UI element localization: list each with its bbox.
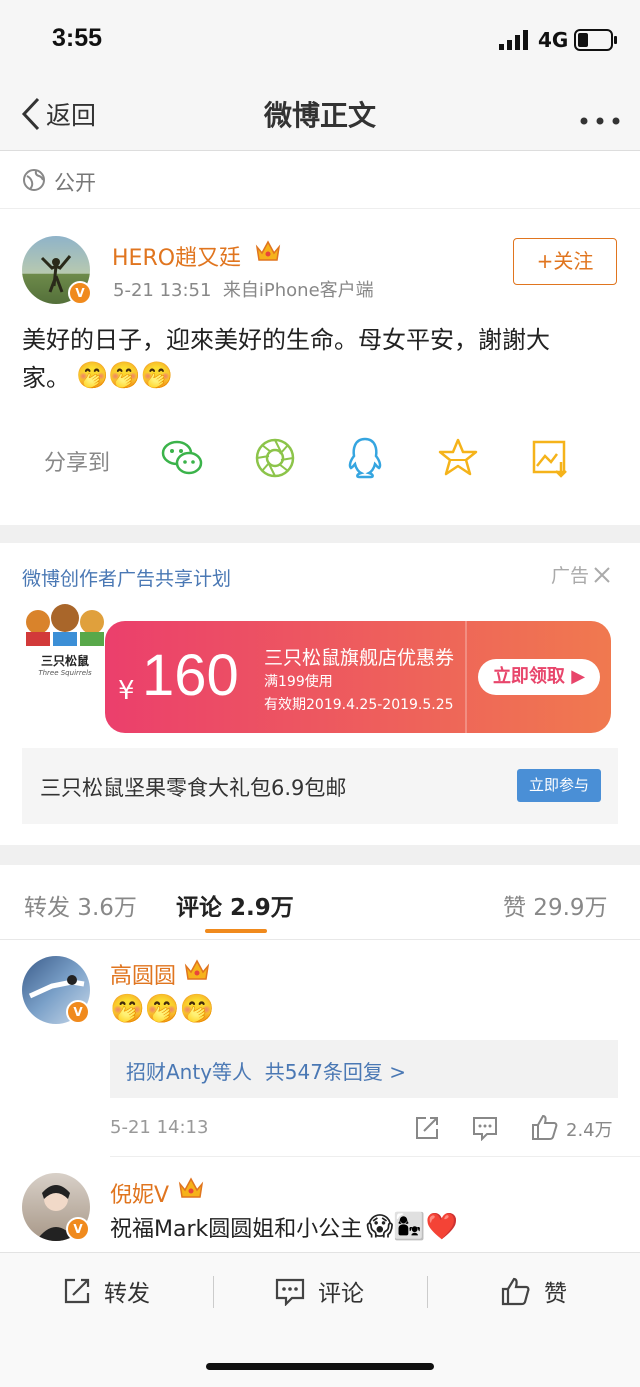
repost-icon <box>64 1278 90 1304</box>
status-time: 3:55 <box>52 24 103 52</box>
thumbs-up-icon[interactable] <box>530 1113 558 1141</box>
network-type: 4G <box>538 28 569 52</box>
qq-icon[interactable] <box>345 436 385 480</box>
comment-text-2: 祝福Mark圆圆姐和小公主 <box>110 1217 363 1242</box>
post-text-line2: 家。 <box>22 364 70 392</box>
section-gap-2 <box>0 845 640 865</box>
thumbs-up-icon <box>501 1277 530 1306</box>
nav-bar: 返回 微博正文 <box>0 78 640 151</box>
bottom-separator <box>213 1276 214 1308</box>
verified-badge: V <box>68 281 92 305</box>
star-favorite-icon[interactable] <box>438 436 478 480</box>
home-indicator[interactable] <box>206 1363 434 1370</box>
battery-icon <box>574 29 617 51</box>
post-text-line1: 美好的日子，迎來美好的生命。母女平安，謝謝大 <box>22 326 550 354</box>
coupon-title: 三只松鼠旗舰店优惠券 <box>264 647 455 669</box>
bottom-separator <box>427 1276 428 1308</box>
bottom-repost-label: 转发 <box>104 1281 150 1307</box>
visibility-row: 公开 <box>0 151 640 209</box>
squirrel-mascots <box>26 604 104 646</box>
verified-badge: V <box>66 1217 90 1241</box>
crown-icon <box>184 959 210 980</box>
tabs-divider <box>0 939 640 940</box>
comment-divider <box>110 1156 640 1157</box>
wechat-icon[interactable] <box>160 436 204 480</box>
post-emoji: 🤭🤭🤭 <box>76 360 174 391</box>
claim-button[interactable]: 立即领取 ▶ <box>478 659 600 695</box>
coupon-validity: 有效期2019.4.25-2019.5.25 <box>264 697 454 713</box>
join-button[interactable]: 立即参与 <box>517 769 601 802</box>
reply-summary: 招财Anty等人 共547条回复 > <box>126 1060 407 1084</box>
crown-icon <box>178 1177 204 1198</box>
tab-comment[interactable]: 评论 2.9万 <box>176 888 294 922</box>
promo-text: 三只松鼠坚果零食大礼包6.9包邮 <box>40 776 347 800</box>
share-label: 分享到 <box>44 451 111 476</box>
ad-plan-link[interactable]: 微博创作者广告共享计划 <box>22 564 231 591</box>
comment-likes: 2.4万 <box>566 1120 613 1141</box>
brand-name: 三只松鼠 <box>40 654 89 668</box>
commenter-name-2[interactable]: 倪妮V <box>110 1177 169 1209</box>
moments-icon[interactable] <box>253 436 297 480</box>
post-meta: 5-21 13:51 来自iPhone客户端 <box>113 280 374 301</box>
bottom-like-button[interactable]: 赞 <box>500 1274 567 1308</box>
more-button[interactable] <box>580 110 620 129</box>
coupon-divider <box>465 621 467 733</box>
comment-icon <box>275 1278 305 1306</box>
active-tab-indicator <box>205 929 267 933</box>
claim-label: 立即领取 <box>492 666 565 687</box>
commenter-name[interactable]: 高圆圆 <box>110 958 176 990</box>
tab-like[interactable]: 赞 29.9万 <box>503 888 608 922</box>
coupon-amount: 160 <box>142 643 239 708</box>
comment-emoji: 🤭🤭🤭 <box>110 992 215 1025</box>
bottom-like-label: 赞 <box>544 1281 567 1307</box>
comment-icon[interactable] <box>471 1115 499 1141</box>
repost-icon[interactable] <box>414 1115 440 1141</box>
globe-icon <box>23 169 45 191</box>
brand-subtitle: Three Squirrels <box>38 669 92 677</box>
verified-badge: V <box>66 1000 90 1024</box>
crown-icon <box>255 240 281 261</box>
reply-summary-box[interactable]: 招财Anty等人 共547条回复 > <box>110 1040 618 1098</box>
save-image-icon[interactable] <box>531 436 571 480</box>
comment-time: 5-21 14:13 <box>110 1117 209 1138</box>
comment-emoji-2: 😱👩‍👧❤️ <box>366 1212 459 1242</box>
coupon-condition: 满199使用 <box>264 674 333 690</box>
tab-repost[interactable]: 转发 3.6万 <box>24 888 137 922</box>
section-gap <box>0 525 640 543</box>
close-icon[interactable] <box>591 564 613 586</box>
more-dots-icon <box>580 117 620 125</box>
signal-icon <box>499 30 528 50</box>
bottom-comment-label: 评论 <box>318 1281 364 1307</box>
coupon-currency: ¥ <box>118 676 135 706</box>
bottom-comment-button[interactable]: 评论 <box>274 1274 364 1308</box>
author-name[interactable]: HERO趙又廷 <box>112 240 241 272</box>
brand-logo: 三只松鼠 Three Squirrels <box>22 602 108 677</box>
visibility-label: 公开 <box>54 171 96 195</box>
play-arrow-icon: ▶ <box>571 666 586 687</box>
follow-button[interactable]: +关注 <box>513 238 617 285</box>
bottom-repost-button[interactable]: 转发 <box>62 1274 150 1308</box>
ad-tag: 广告 <box>551 565 590 587</box>
status-bar: 3:55 4G <box>0 0 640 78</box>
page-title: 微博正文 <box>263 99 376 132</box>
